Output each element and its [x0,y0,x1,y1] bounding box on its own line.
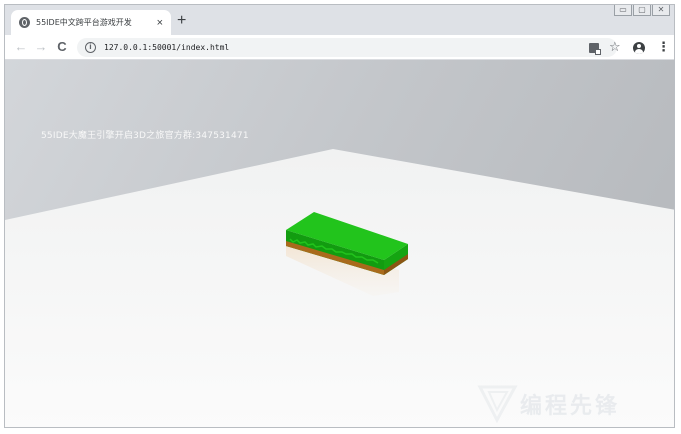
close-window-button[interactable]: ✕ [652,5,670,16]
scene-caption: 55IDE大魔王引擎开启3D之旅官方群:347531471 [41,131,249,141]
info-icon[interactable]: i [85,42,96,53]
forward-button[interactable]: → [33,38,49,56]
browser-tab[interactable]: 55IDE中文跨平台游戏开发 × [11,10,171,35]
address-bar[interactable]: i 127.0.0.1:50001/index.html [77,38,617,57]
back-button[interactable]: ← [13,38,29,56]
watermark-text: 编程先锋 [520,394,621,419]
browser-window: 55IDE中文跨平台游戏开发 × + ▭ ▢ ✕ ← → C i 127.0.0… [4,4,675,428]
reload-button[interactable]: C [54,38,70,56]
3d-scene [5,60,674,427]
tab-strip: 55IDE中文跨平台游戏开发 × + ▭ ▢ ✕ [5,5,674,35]
minimize-button[interactable]: ▭ [614,5,632,16]
window-controls: ▭ ▢ ✕ [613,5,670,16]
translate-icon[interactable] [589,43,601,55]
bookmark-star-icon[interactable]: ☆ [609,38,621,56]
game-canvas[interactable]: 55IDE大魔王引擎开启3D之旅官方群:347531471 编程先锋 [5,60,674,427]
url-text[interactable]: 127.0.0.1:50001/index.html [104,43,229,52]
account-icon[interactable] [633,42,645,54]
maximize-button[interactable]: ▢ [633,5,651,16]
new-tab-button[interactable]: + [177,12,186,30]
tab-title: 55IDE中文跨平台游戏开发 [36,18,132,27]
browser-toolbar: ← → C i 127.0.0.1:50001/index.html ☆ ⋮ [5,35,674,60]
tab-close-button[interactable]: × [157,17,163,29]
menu-icon[interactable]: ⋮ [657,38,670,56]
globe-icon [19,17,30,28]
